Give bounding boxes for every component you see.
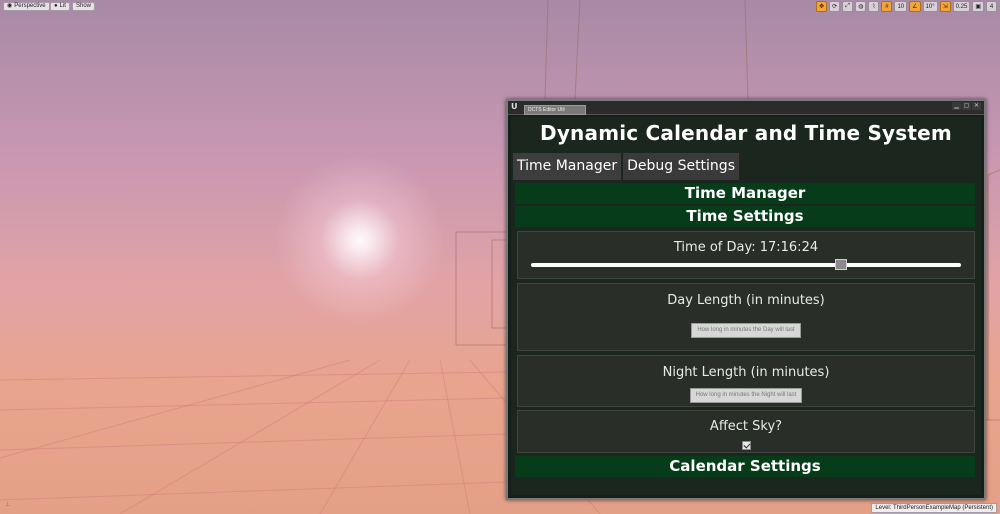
day-length-input[interactable]: How long in minutes the Day will last [691, 323, 801, 338]
select-mode-icon[interactable]: ✥ [816, 1, 828, 12]
camera-icon: ◉ [7, 3, 13, 9]
level-label: Level: ThirdPersonExampleMap (Persistent… [871, 503, 997, 513]
affect-sky-card: Affect Sky? [517, 410, 975, 453]
tab-bar: Time Manager Debug Settings [513, 153, 739, 180]
unreal-logo-icon: U [511, 102, 518, 111]
time-settings-header: Time Settings [515, 206, 975, 227]
perspective-button[interactable]: ◉ Perspective [3, 2, 50, 11]
day-length-label: Day Length (in minutes) [667, 293, 825, 308]
window-content: Dynamic Calendar and Time System Time Ma… [511, 117, 981, 495]
day-length-card: Day Length (in minutes) How long in minu… [517, 283, 975, 351]
affect-sky-checkbox[interactable] [741, 441, 751, 450]
grid-size-value[interactable]: 10 [894, 1, 908, 12]
viewport-toolbar-right: ✥ ⟳ ⤢ ◍ ⌇ # 10 ∠ 10° ⇲ 0.25 ▣ 4 [816, 1, 997, 12]
sphere-icon: ● [54, 3, 58, 9]
page-title: Dynamic Calendar and Time System [540, 121, 952, 145]
show-button[interactable]: Show [72, 2, 96, 11]
window-titlebar[interactable]: U DCTS Editor Util ▁ ▢ ✕ [508, 101, 984, 115]
scale-snap-value[interactable]: 0.25 [952, 1, 971, 12]
perspective-label: Perspective [14, 3, 46, 9]
time-of-day-slider[interactable] [531, 263, 961, 267]
lit-label: Lit [59, 3, 66, 9]
rotation-snap-icon[interactable]: ∠ [909, 1, 921, 12]
grid-snap-icon[interactable]: # [881, 1, 893, 12]
lit-button[interactable]: ● Lit [50, 2, 70, 11]
close-icon[interactable]: ✕ [972, 102, 981, 110]
maximize-icon[interactable]: ▢ [962, 102, 971, 110]
night-length-card: Night Length (in minutes) How long in mi… [517, 355, 975, 407]
camera-speed-value[interactable]: 4 [986, 1, 997, 12]
time-of-day-label: Time of Day: 17:16:24 [673, 240, 819, 255]
affect-sky-label: Affect Sky? [709, 419, 783, 434]
time-of-day-slider-handle[interactable] [834, 259, 847, 270]
time-of-day-card: Time of Day: 17:16:24 [517, 231, 975, 279]
tab-debug-settings[interactable]: Debug Settings [623, 153, 739, 180]
surface-snap-icon[interactable]: ⌇ [868, 1, 880, 12]
window-tab[interactable]: DCTS Editor Util [524, 105, 586, 115]
minimize-icon[interactable]: ▁ [952, 102, 961, 110]
camera-speed-icon[interactable]: ▣ [972, 1, 984, 12]
axis-gizmo-icon: ⊥ [5, 502, 11, 508]
calendar-settings-header: Calendar Settings [515, 456, 975, 477]
dcts-editor-window[interactable]: U DCTS Editor Util ▁ ▢ ✕ Dynamic Calenda… [506, 99, 986, 500]
show-label: Show [76, 3, 92, 9]
scale-icon[interactable]: ⤢ [842, 1, 854, 12]
rotation-snap-value[interactable]: 10° [922, 1, 938, 12]
scale-snap-icon[interactable]: ⇲ [939, 1, 951, 12]
night-length-label: Night Length (in minutes) [662, 365, 830, 380]
time-manager-header: Time Manager [515, 183, 975, 204]
tab-time-manager[interactable]: Time Manager [513, 153, 622, 180]
translate-icon[interactable]: ⟳ [829, 1, 841, 12]
world-icon[interactable]: ◍ [855, 1, 867, 12]
night-length-input[interactable]: How long in minutes the Night will last [689, 388, 803, 403]
